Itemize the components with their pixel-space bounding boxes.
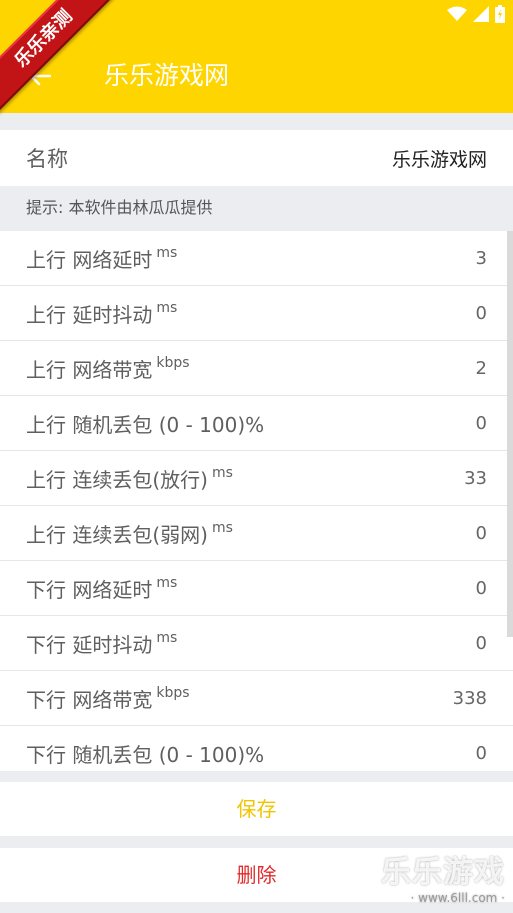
param-value: 2 — [475, 357, 487, 379]
param-unit: ms — [156, 629, 178, 646]
param-row[interactable]: 上行 延时抖动 ms 0 — [0, 286, 513, 341]
signal-icon — [473, 6, 489, 26]
param-unit: kbps — [156, 684, 190, 701]
watermark-url: · www.6lll.com · — [410, 891, 506, 905]
param-value: 0 — [475, 522, 487, 544]
param-label: 上行 网络延时 ms — [26, 244, 178, 272]
param-label: 下行 延时抖动 ms — [26, 629, 178, 657]
param-value: 33 — [464, 467, 487, 489]
watermark: 乐乐游戏 · www.6lll.com · — [381, 847, 505, 905]
param-label: 下行 网络延时 ms — [26, 574, 178, 602]
param-label: 上行 连续丢包(弱网) ms — [26, 519, 233, 547]
param-label: 上行 延时抖动 ms — [26, 299, 178, 327]
param-row[interactable]: 下行 随机丢包 (0 - 100)% 0 — [0, 726, 513, 771]
param-row[interactable]: 下行 延时抖动 ms 0 — [0, 616, 513, 671]
name-label: 名称 — [26, 147, 68, 171]
param-label: 上行 连续丢包(放行) ms — [26, 464, 233, 492]
param-row[interactable]: 上行 连续丢包(弱网) ms 0 — [0, 506, 513, 561]
param-row[interactable]: 下行 网络延时 ms 0 — [0, 561, 513, 616]
page-title: 乐乐游戏网 — [104, 61, 230, 90]
param-unit: ms — [156, 244, 178, 261]
param-row[interactable]: 上行 连续丢包(放行) ms 33 — [0, 451, 513, 506]
param-row[interactable]: 下行 网络带宽 kbps 338 — [0, 671, 513, 726]
param-value: 0 — [475, 302, 487, 324]
name-row[interactable]: 名称 乐乐游戏网 — [0, 130, 513, 186]
param-row[interactable]: 上行 网络延时 ms 3 — [0, 231, 513, 286]
save-button[interactable]: 保存 — [0, 782, 513, 836]
param-value: 3 — [475, 247, 487, 269]
param-value: 0 — [475, 577, 487, 599]
name-value: 乐乐游戏网 — [391, 148, 487, 171]
corner-ribbon: 乐乐亲测 — [0, 0, 122, 117]
param-unit: ms — [156, 299, 178, 316]
param-label: 上行 随机丢包 (0 - 100)% — [26, 412, 265, 437]
param-row[interactable]: 上行 随机丢包 (0 - 100)% 0 — [0, 396, 513, 451]
param-value: 0 — [475, 632, 487, 654]
param-row[interactable]: 上行 网络带宽 kbps 2 — [0, 341, 513, 396]
app-bar: 乐乐游戏网 乐乐亲测 — [0, 0, 513, 117]
param-value: 0 — [475, 412, 487, 434]
watermark-logo: 乐乐游戏 — [381, 855, 505, 890]
hint-text: 提示: 本软件由林瓜瓜提供 — [26, 198, 213, 217]
wifi-icon — [447, 6, 467, 26]
param-label: 上行 网络带宽 kbps — [26, 354, 190, 382]
param-unit: ms — [211, 464, 233, 481]
param-unit: kbps — [156, 354, 190, 371]
param-label: 下行 随机丢包 (0 - 100)% — [26, 742, 265, 767]
param-unit: ms — [156, 574, 178, 591]
parameter-list[interactable]: 上行 网络延时 ms 3 上行 延时抖动 ms 0 上行 网络带宽 kbps 2 上行… — [0, 231, 513, 771]
scrollbar[interactable] — [507, 231, 513, 637]
param-unit: ms — [211, 519, 233, 536]
param-value: 0 — [475, 742, 487, 764]
battery-icon — [495, 5, 505, 27]
param-label: 下行 网络带宽 kbps — [26, 684, 190, 712]
param-value: 338 — [452, 687, 487, 709]
status-bar — [447, 5, 505, 27]
